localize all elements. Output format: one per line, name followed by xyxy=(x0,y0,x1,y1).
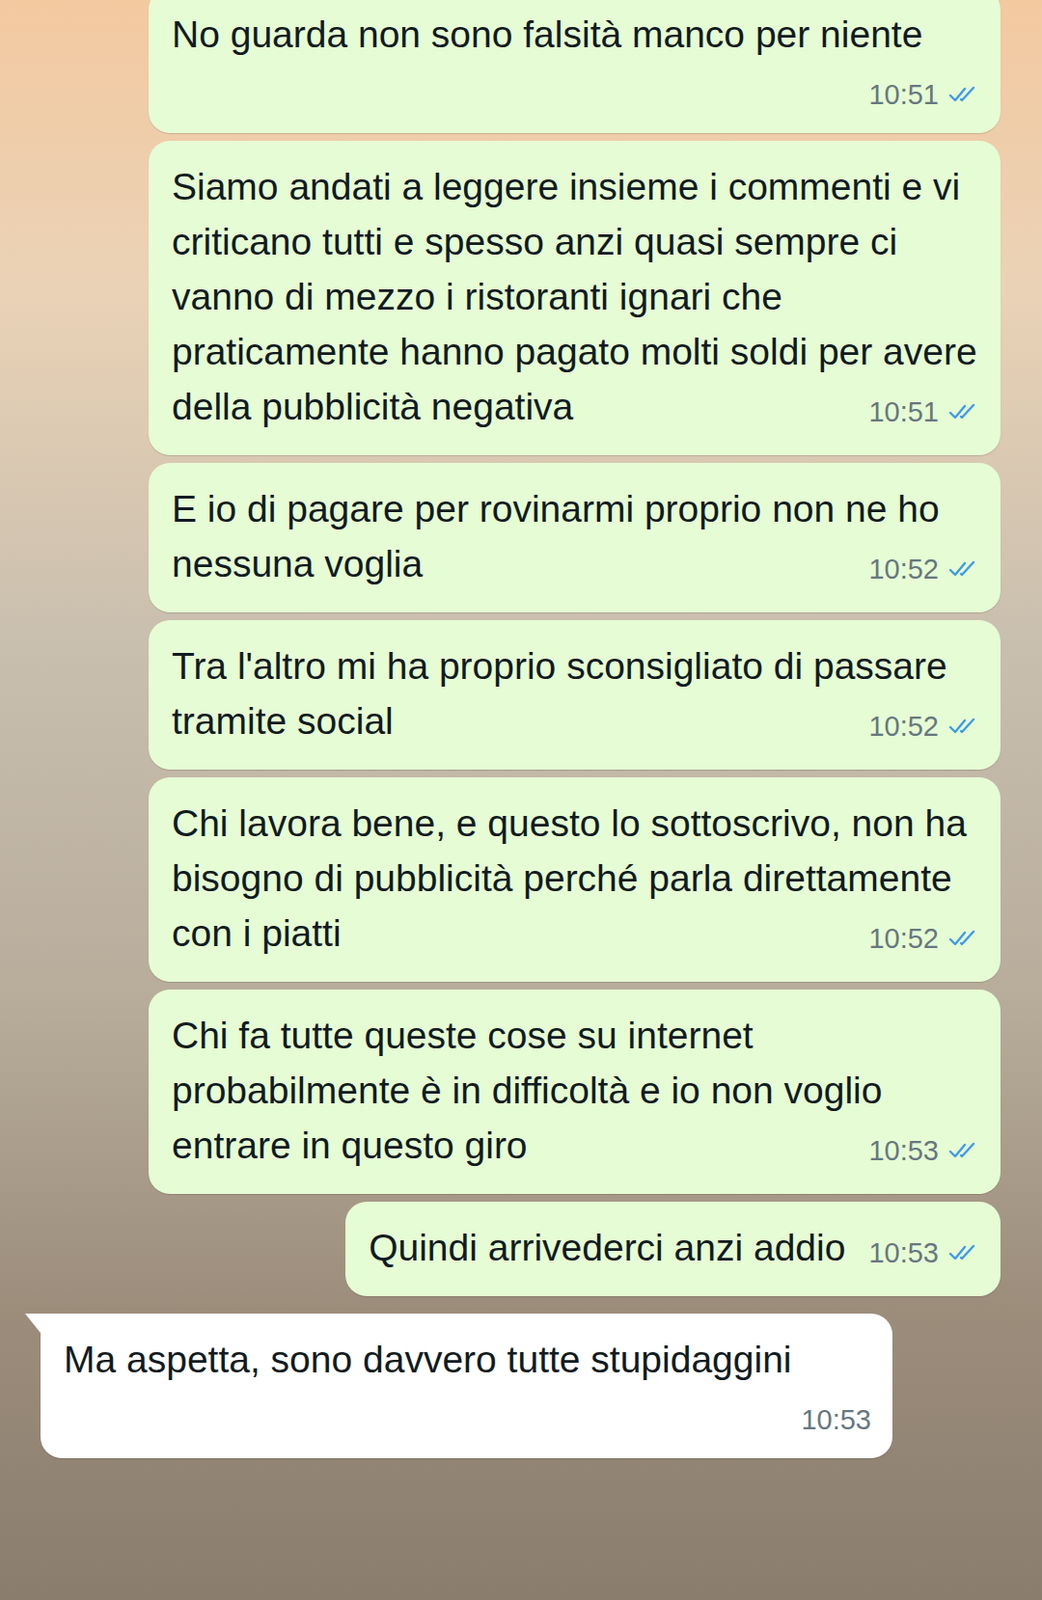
chat-view: No guarda non sono falsità manco per nie… xyxy=(0,0,1042,1600)
message-row: Ma aspetta, sono davvero tutte stupidagg… xyxy=(0,1314,1042,1459)
message-bubble[interactable]: No guarda non sono falsità manco per nie… xyxy=(148,0,1001,134)
message-bubble[interactable]: Tra l'altro mi ha proprio sconsigliato d… xyxy=(148,620,1001,770)
double-check-icon xyxy=(948,84,980,105)
message-bubble[interactable]: Chi fa tutte queste cose su internet pro… xyxy=(148,989,1001,1195)
message-meta: 10:51 xyxy=(868,77,980,112)
message-time: 10:53 xyxy=(800,1402,872,1438)
message-row: Chi lavora bene, e questo lo sottoscrivo… xyxy=(0,777,1042,983)
message-text: Chi fa tutte queste cose su internet pro… xyxy=(171,1014,882,1167)
double-check-icon xyxy=(948,1243,980,1263)
message-meta: 10:53 xyxy=(800,1402,872,1438)
message-row: Chi fa tutte queste cose su internet pro… xyxy=(0,989,1042,1195)
message-time: 10:53 xyxy=(868,1133,939,1169)
double-check-icon xyxy=(948,559,980,579)
message-text: Chi lavora bene, e questo lo sottoscrivo… xyxy=(171,802,967,955)
message-bubble[interactable]: Chi lavora bene, e questo lo sottoscrivo… xyxy=(148,777,1001,983)
message-meta: 10:53 xyxy=(868,1235,980,1271)
message-bubble[interactable]: Quindi arrivederci anzi addio 10:53 xyxy=(345,1202,1001,1297)
message-time: 10:52 xyxy=(868,709,939,744)
message-row: E io di pagare per rovinarmi proprio non… xyxy=(0,463,1042,613)
message-text: Quindi arrivederci anzi addio xyxy=(368,1227,846,1269)
message-time: 10:51 xyxy=(868,394,939,430)
message-bubble[interactable]: Ma aspetta, sono davvero tutte stupidagg… xyxy=(40,1314,893,1459)
message-list: No guarda non sono falsità manco per nie… xyxy=(0,0,1042,1459)
message-meta: 10:52 xyxy=(868,921,980,957)
message-bubble[interactable]: Siamo andati a leggere insieme i comment… xyxy=(148,140,1001,456)
message-time: 10:53 xyxy=(868,1235,939,1271)
message-meta: 10:53 xyxy=(868,1133,980,1169)
message-row: Siamo andati a leggere insieme i comment… xyxy=(0,140,1042,456)
message-row: Tra l'altro mi ha proprio sconsigliato d… xyxy=(0,620,1042,770)
double-check-icon xyxy=(948,402,980,422)
double-check-icon xyxy=(948,1141,980,1161)
message-meta: 10:52 xyxy=(868,551,980,587)
message-row: No guarda non sono falsità manco per nie… xyxy=(0,0,1042,134)
message-text: Tra l'altro mi ha proprio sconsigliato d… xyxy=(171,645,948,742)
message-text: Siamo andati a leggere insieme i comment… xyxy=(171,165,978,428)
message-text: No guarda non sono falsità manco per nie… xyxy=(171,13,923,55)
message-row: Quindi arrivederci anzi addio 10:53 xyxy=(0,1202,1042,1297)
message-time: 10:52 xyxy=(868,921,939,957)
message-meta: 10:52 xyxy=(868,709,980,744)
message-time: 10:52 xyxy=(868,551,939,587)
message-time: 10:51 xyxy=(868,77,939,112)
message-bubble[interactable]: E io di pagare per rovinarmi proprio non… xyxy=(148,463,1001,613)
double-check-icon xyxy=(948,929,980,949)
message-text: Ma aspetta, sono davvero tutte stupidagg… xyxy=(63,1339,792,1381)
message-meta: 10:51 xyxy=(868,394,980,430)
double-check-icon xyxy=(948,716,980,737)
message-text: E io di pagare per rovinarmi proprio non… xyxy=(171,488,940,585)
